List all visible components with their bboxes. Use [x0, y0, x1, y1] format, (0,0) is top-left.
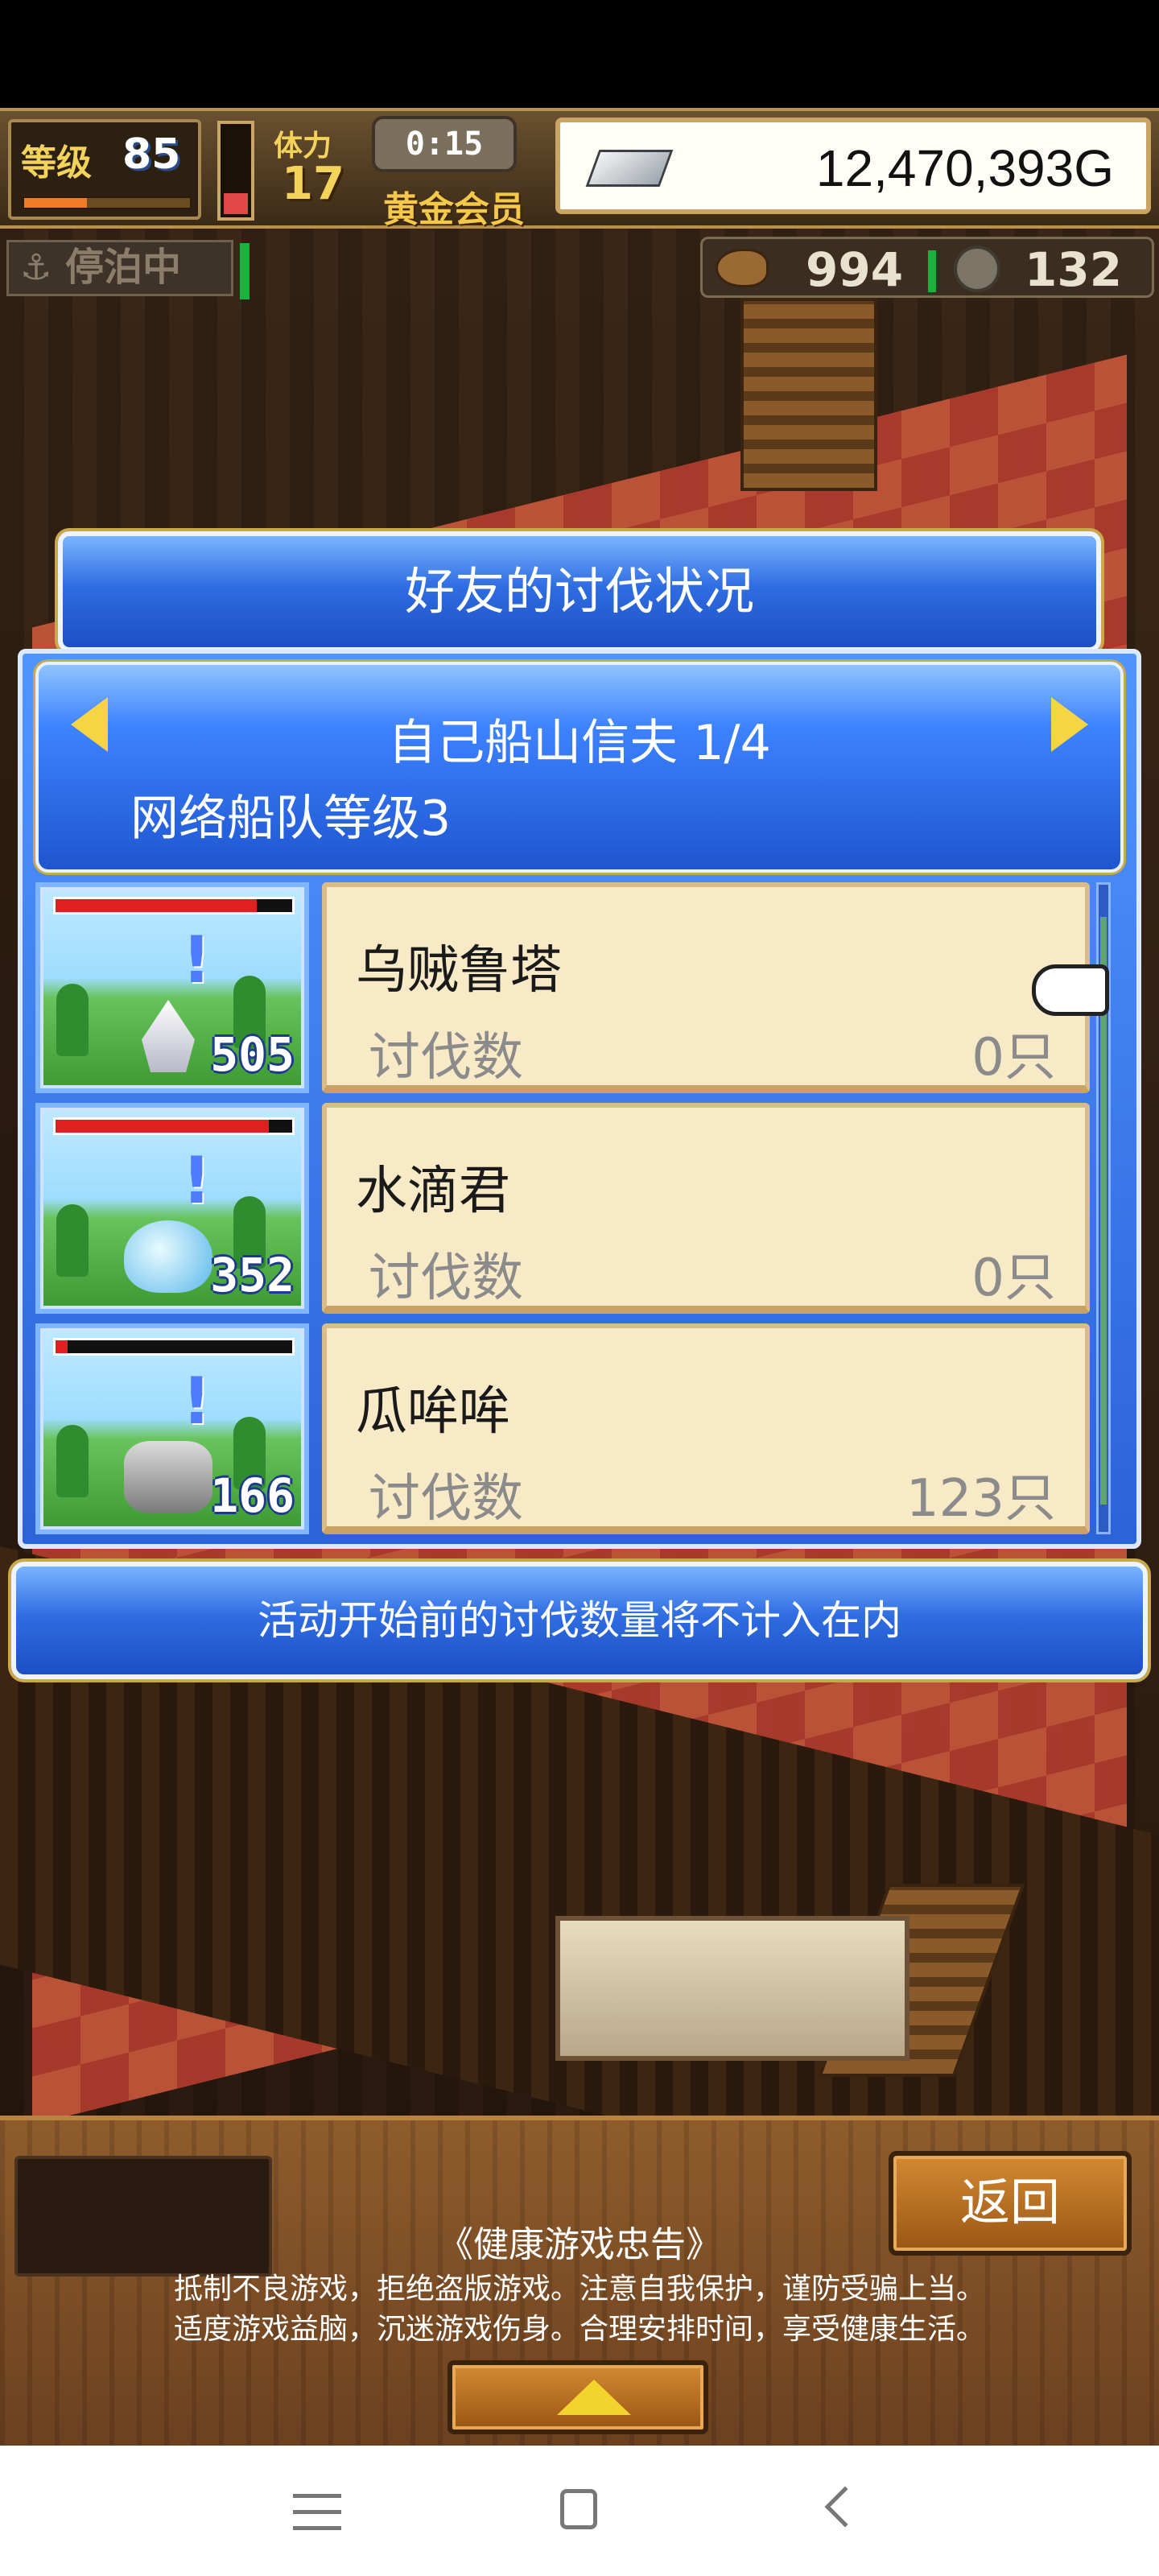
kill-count-value: 0只	[971, 1249, 1056, 1308]
fleet-level: 网络船队等级3	[130, 791, 452, 847]
alert-icon: !	[182, 1143, 212, 1218]
resource2-value: 132	[1025, 242, 1123, 297]
monster-thumbnail: ! 352	[35, 1103, 309, 1314]
kill-count-value: 0只	[971, 1028, 1056, 1088]
coin-icon	[954, 246, 1000, 292]
stamina-timer: 0:15	[372, 116, 517, 172]
notice-banner: 活动开始前的讨伐数量将不计入在内	[11, 1562, 1148, 1679]
monster-name: 乌贼鲁塔	[356, 941, 562, 1001]
hp-bar	[53, 1117, 295, 1135]
anchor-icon: ⚓	[20, 247, 52, 288]
monster-list[interactable]: ! 505 乌贼鲁塔 讨伐数 0只 ! 352 水滴君 讨伐数 0只 ! 166…	[35, 882, 1124, 1534]
friend-header: 自己船山信夫 1/4 网络船队等级3	[35, 662, 1124, 873]
pointing-hand-icon	[1032, 964, 1109, 1016]
monster-row[interactable]: ! 166 瓜哞哞 讨伐数 123只	[35, 1323, 1090, 1534]
level-panel: 等级 85	[8, 119, 201, 220]
alert-icon: !	[182, 923, 212, 997]
resource1-value: 994	[806, 242, 904, 297]
dialog-title: 好友的讨伐状况	[58, 531, 1101, 652]
status-row: ⚓ 停泊中 994 132	[0, 235, 1159, 299]
status-indicator	[240, 243, 250, 299]
arrow-up-icon	[557, 2380, 631, 2415]
health-advice-title: 《健康游戏忠告》	[438, 2224, 721, 2265]
monster-name: 瓜哞哞	[356, 1382, 510, 1442]
home-icon[interactable]	[560, 2489, 597, 2529]
dock-status-label: 停泊中	[65, 245, 182, 290]
level-value: 85	[122, 130, 181, 179]
monster-thumbnail: ! 505	[35, 882, 309, 1093]
monster-row[interactable]: ! 352 水滴君 讨伐数 0只	[35, 1103, 1090, 1314]
monster-row[interactable]: ! 505 乌贼鲁塔 讨伐数 0只	[35, 882, 1090, 1093]
back-icon[interactable]	[824, 2486, 866, 2528]
status-hud: 等级 85 体力 17 0:15 黄金会员 12,470,393G	[0, 108, 1159, 232]
bottom-panel: 返回 《健康游戏忠告》 抵制不良游戏，拒绝盗版游戏。注意自我保护，谨防受骗上当。…	[0, 2116, 1159, 2446]
health-advice-line-1: 抵制不良游戏，拒绝盗版游戏。注意自我保护，谨防受骗上当。	[173, 2273, 985, 2306]
monster-level-number: 352	[210, 1248, 295, 1302]
monster-level-number: 166	[210, 1468, 295, 1523]
ship-counter	[555, 1916, 909, 2061]
gold-panel: 12,470,393G	[555, 118, 1151, 214]
kill-count-label: 讨伐数	[369, 1028, 523, 1088]
resource-bar: 994 132	[700, 237, 1154, 298]
melon-monster-sprite	[124, 1441, 212, 1513]
system-navigation-bar	[0, 2446, 1159, 2576]
arrow-right-icon[interactable]	[1051, 697, 1088, 752]
membership-badge[interactable]: 黄金会员	[383, 180, 525, 232]
health-advice-line-2: 适度游戏益脑，沉迷游戏伤身。合理安排时间，享受健康生活。	[173, 2313, 985, 2346]
monster-info-card[interactable]: 水滴君 讨伐数 0只	[322, 1103, 1090, 1314]
monster-info-card[interactable]: 乌贼鲁塔 讨伐数 0只	[322, 882, 1090, 1093]
silver-bar-icon	[585, 150, 674, 187]
friend-name: 自己船山信夫 1/4	[388, 715, 771, 771]
squid-monster-sprite	[142, 1000, 195, 1072]
resource-gauge	[928, 250, 936, 292]
kill-count-label: 讨伐数	[369, 1249, 523, 1308]
gold-amount: 12,470,393G	[815, 139, 1114, 197]
menu-icon[interactable]	[293, 2494, 341, 2534]
monster-thumbnail: ! 166	[35, 1323, 309, 1534]
dock-status: ⚓ 停泊中	[6, 240, 233, 296]
staircase-top	[740, 298, 877, 491]
meat-icon	[716, 249, 769, 287]
hp-bar	[53, 1338, 295, 1356]
stamina-bar	[217, 121, 254, 221]
kill-count-value: 123只	[905, 1469, 1056, 1529]
alert-icon: !	[182, 1364, 212, 1439]
monster-info-card[interactable]: 瓜哞哞 讨伐数 123只	[322, 1323, 1090, 1534]
water-drop-monster-sprite	[124, 1220, 212, 1293]
stamina-value: 17	[282, 158, 344, 210]
expand-button[interactable]	[448, 2360, 708, 2434]
friend-subjugation-dialog: 自己船山信夫 1/4 网络船队等级3 ! 505 乌贼鲁塔 讨伐数 0只 ! 3…	[18, 649, 1141, 1549]
kill-count-label: 讨伐数	[369, 1469, 523, 1529]
monster-level-number: 505	[210, 1027, 295, 1082]
experience-bar	[23, 196, 192, 209]
hp-bar	[53, 897, 295, 914]
level-label: 等级	[21, 142, 92, 184]
monster-name: 水滴君	[356, 1162, 510, 1221]
